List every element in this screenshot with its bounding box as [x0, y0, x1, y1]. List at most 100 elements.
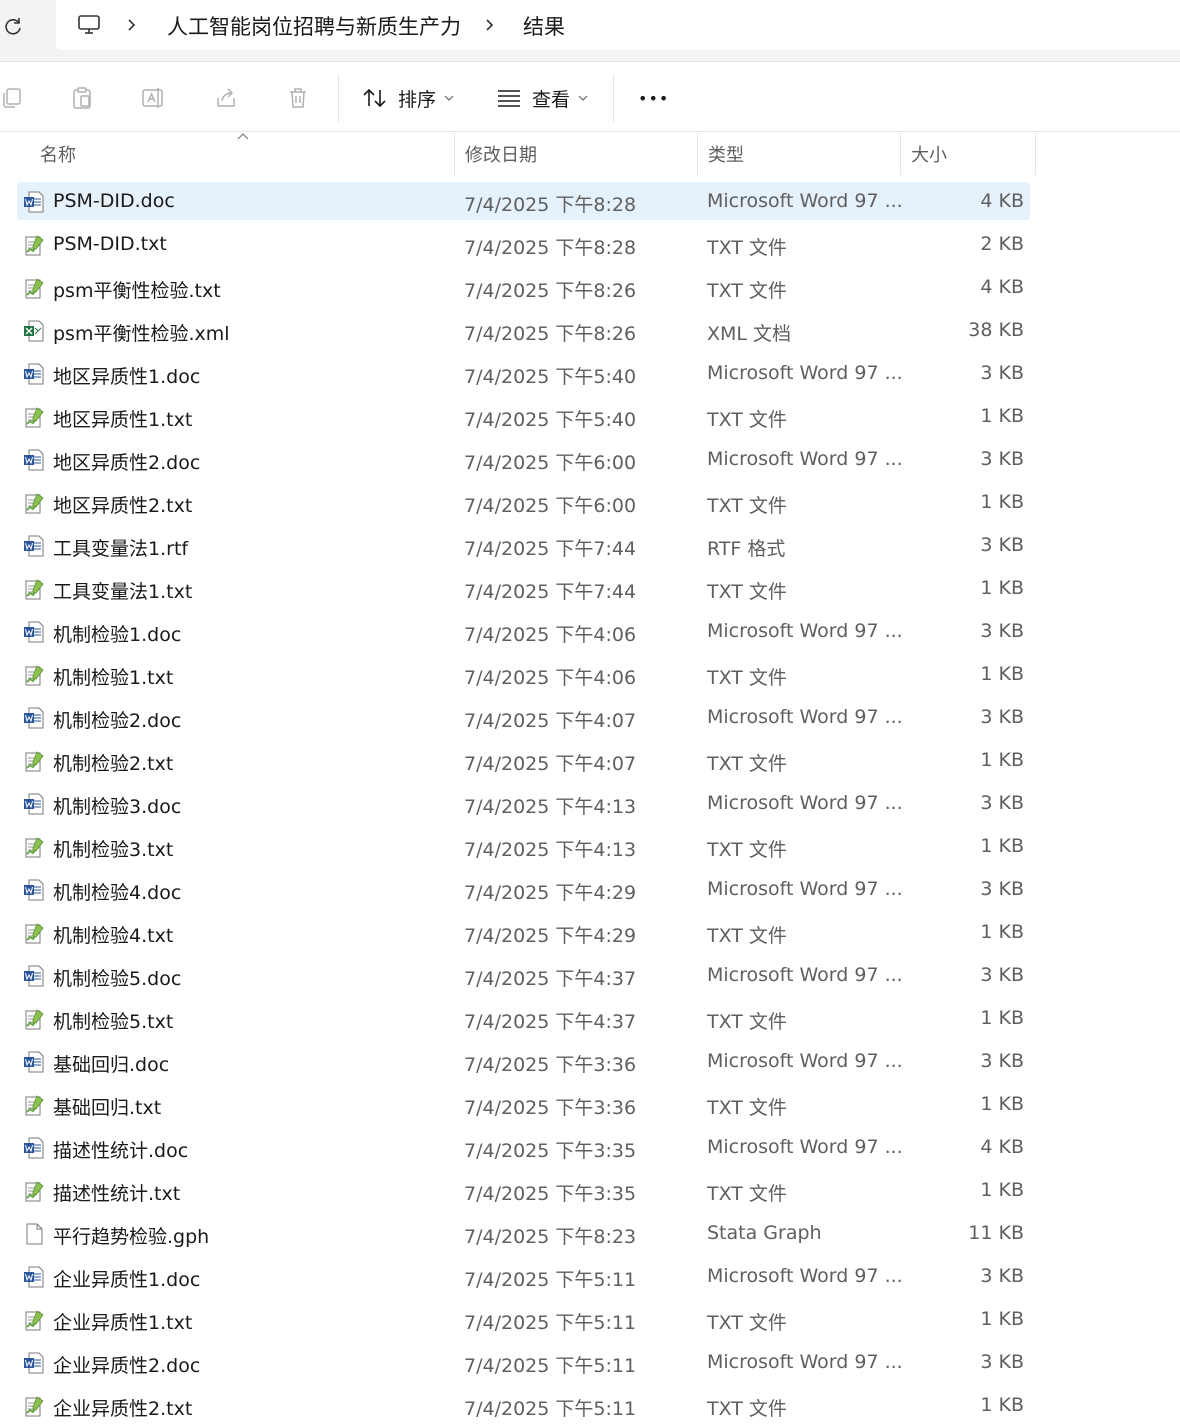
- file-row[interactable]: 企业异质性2.doc 7/4/2025 下午5:11 Microsoft Word …: [17, 1343, 1030, 1381]
- file-type: Microsoft Word 97 ...: [707, 620, 903, 642]
- file-size: 3 KB: [980, 964, 1024, 986]
- file-modified-date: 7/4/2025 下午3:35: [464, 1140, 637, 1162]
- file-row[interactable]: 工具变量法1.rtf 7/4/2025 下午7:44 RTF 格式 3 KB: [17, 526, 1030, 564]
- file-modified-date: 7/4/2025 下午8:26: [464, 280, 637, 302]
- file-modified-date: 7/4/2025 下午4:06: [464, 667, 637, 689]
- command-bar: 排序 查看 •••: [0, 62, 1180, 132]
- refresh-icon[interactable]: [0, 13, 26, 39]
- text-file-icon: [23, 277, 45, 299]
- word-doc-icon: [23, 1352, 45, 1374]
- text-file-icon: [23, 1395, 45, 1417]
- word-doc-icon: [23, 621, 45, 643]
- file-type: Microsoft Word 97 ...: [707, 878, 903, 900]
- file-row[interactable]: 基础回归.doc 7/4/2025 下午3:36 Microsoft Word 97…: [17, 1042, 1030, 1080]
- word-doc-icon: [23, 793, 45, 815]
- file-size: 2 KB: [980, 233, 1024, 255]
- chevron-down-icon: [444, 94, 454, 102]
- file-row[interactable]: 企业异质性1.txt 7/4/2025 下午5:11 TXT 文件 1 KB: [17, 1300, 1030, 1338]
- file-modified-date: 7/4/2025 下午4:37: [464, 1011, 637, 1033]
- file-row[interactable]: 机制检验4.doc 7/4/2025 下午4:29 Microsoft Word 9…: [17, 870, 1030, 908]
- file-modified-date: 7/4/2025 下午5:11: [464, 1312, 637, 1334]
- breadcrumb-item-project-folder[interactable]: 人工智能岗位招聘与新质生产力: [167, 11, 461, 41]
- file-row[interactable]: 地区异质性2.txt 7/4/2025 下午6:00 TXT 文件 1 KB: [17, 483, 1030, 521]
- rename-icon[interactable]: [140, 84, 168, 112]
- file-size: 1 KB: [980, 1007, 1024, 1029]
- file-name: 机制检验5.txt: [53, 1011, 174, 1033]
- file-size: 1 KB: [980, 1394, 1024, 1416]
- address-bar[interactable]: 人工智能岗位招聘与新质生产力 结果: [56, 0, 1180, 50]
- file-row[interactable]: 地区异质性2.doc 7/4/2025 下午6:00 Microsoft Word …: [17, 440, 1030, 478]
- word-doc-icon: [23, 449, 45, 471]
- file-row[interactable]: PSM-DID.txt 7/4/2025 下午8:28 TXT 文件 2 KB: [17, 225, 1030, 263]
- file-size: 1 KB: [980, 749, 1024, 771]
- blank-file-icon: [23, 1223, 45, 1245]
- file-row[interactable]: PSM-DID.doc 7/4/2025 下午8:28 Microsoft Word…: [17, 182, 1030, 220]
- word-doc-icon: [23, 707, 45, 729]
- file-type: Microsoft Word 97 ...: [707, 1136, 903, 1158]
- file-size: 1 KB: [980, 835, 1024, 857]
- file-row[interactable]: psm平衡性检验.txt 7/4/2025 下午8:26 TXT 文件 4 KB: [17, 268, 1030, 306]
- text-file-icon: [23, 1309, 45, 1331]
- file-modified-date: 7/4/2025 下午4:07: [464, 753, 637, 775]
- file-row[interactable]: 机制检验5.doc 7/4/2025 下午4:37 Microsoft Word 9…: [17, 956, 1030, 994]
- file-row[interactable]: 工具变量法1.txt 7/4/2025 下午7:44 TXT 文件 1 KB: [17, 569, 1030, 607]
- file-modified-date: 7/4/2025 下午3:36: [464, 1054, 637, 1076]
- file-name: 基础回归.txt: [53, 1097, 162, 1119]
- delete-icon[interactable]: [284, 84, 312, 112]
- file-row[interactable]: 机制检验1.doc 7/4/2025 下午4:06 Microsoft Word 9…: [17, 612, 1030, 650]
- column-header-size[interactable]: 大小: [901, 133, 1036, 175]
- file-row[interactable]: 地区异质性1.txt 7/4/2025 下午5:40 TXT 文件 1 KB: [17, 397, 1030, 435]
- file-type: XML 文档: [707, 323, 792, 345]
- file-modified-date: 7/4/2025 下午7:44: [464, 538, 637, 560]
- chevron-down-icon: [578, 94, 588, 102]
- file-modified-date: 7/4/2025 下午8:26: [464, 323, 637, 345]
- file-type: TXT 文件: [707, 237, 787, 259]
- file-size: 3 KB: [980, 1050, 1024, 1072]
- file-row[interactable]: 平行趋势检验.gph 7/4/2025 下午8:23 Stata Graph 11 K…: [17, 1214, 1030, 1252]
- file-row[interactable]: 机制检验4.txt 7/4/2025 下午4:29 TXT 文件 1 KB: [17, 913, 1030, 951]
- file-row[interactable]: 机制检验5.txt 7/4/2025 下午4:37 TXT 文件 1 KB: [17, 999, 1030, 1037]
- file-size: 4 KB: [980, 190, 1024, 212]
- file-row[interactable]: 机制检验3.txt 7/4/2025 下午4:13 TXT 文件 1 KB: [17, 827, 1030, 865]
- breadcrumb-chevron-icon[interactable]: [480, 15, 500, 35]
- copy-icon[interactable]: [0, 84, 26, 112]
- file-row[interactable]: 企业异质性2.txt 7/4/2025 下午5:11 TXT 文件 1 KB: [17, 1386, 1030, 1424]
- file-type: TXT 文件: [707, 667, 787, 689]
- file-name: 工具变量法1.txt: [53, 581, 193, 603]
- this-pc-icon[interactable]: [76, 12, 102, 38]
- paste-icon[interactable]: [68, 84, 96, 112]
- file-row[interactable]: psm平衡性检验.xml 7/4/2025 下午8:26 XML 文档 38 KB: [17, 311, 1030, 349]
- file-size: 3 KB: [980, 1265, 1024, 1287]
- sort-button[interactable]: 排序: [362, 82, 454, 114]
- column-header-date[interactable]: 修改日期: [455, 133, 698, 175]
- file-row[interactable]: 机制检验1.txt 7/4/2025 下午4:06 TXT 文件 1 KB: [17, 655, 1030, 693]
- view-button[interactable]: 查看: [496, 82, 588, 114]
- file-row[interactable]: 描述性统计.doc 7/4/2025 下午3:35 Microsoft Word 9…: [17, 1128, 1030, 1166]
- column-header-name[interactable]: 名称: [30, 133, 455, 175]
- file-modified-date: 7/4/2025 下午3:35: [464, 1183, 637, 1205]
- view-list-icon: [496, 87, 522, 109]
- text-file-icon: [23, 1180, 45, 1202]
- file-row[interactable]: 机制检验2.txt 7/4/2025 下午4:07 TXT 文件 1 KB: [17, 741, 1030, 779]
- text-file-icon: [23, 234, 45, 256]
- more-options-button[interactable]: •••: [638, 82, 669, 114]
- file-row[interactable]: 基础回归.txt 7/4/2025 下午3:36 TXT 文件 1 KB: [17, 1085, 1030, 1123]
- view-label: 查看: [532, 88, 571, 111]
- breadcrumb-chevron-icon[interactable]: [122, 15, 142, 35]
- file-type: Microsoft Word 97 ...: [707, 1265, 903, 1287]
- file-name: 企业异质性1.doc: [53, 1269, 201, 1291]
- file-row[interactable]: 机制检验2.doc 7/4/2025 下午4:07 Microsoft Word 9…: [17, 698, 1030, 736]
- breadcrumb-item-results[interactable]: 结果: [523, 11, 565, 41]
- file-row[interactable]: 描述性统计.txt 7/4/2025 下午3:35 TXT 文件 1 KB: [17, 1171, 1030, 1209]
- file-row[interactable]: 企业异质性1.doc 7/4/2025 下午5:11 Microsoft Word …: [17, 1257, 1030, 1295]
- share-icon[interactable]: [212, 84, 240, 112]
- file-modified-date: 7/4/2025 下午7:44: [464, 581, 637, 603]
- file-size: 3 KB: [980, 878, 1024, 900]
- column-header-type[interactable]: 类型: [698, 133, 901, 175]
- file-name: 企业异质性1.txt: [53, 1312, 193, 1334]
- text-file-icon: [23, 750, 45, 772]
- file-row[interactable]: 地区异质性1.doc 7/4/2025 下午5:40 Microsoft Word …: [17, 354, 1030, 392]
- file-row[interactable]: 机制检验3.doc 7/4/2025 下午4:13 Microsoft Word 9…: [17, 784, 1030, 822]
- file-name: 地区异质性2.doc: [53, 452, 201, 474]
- file-name: 机制检验2.doc: [53, 710, 182, 732]
